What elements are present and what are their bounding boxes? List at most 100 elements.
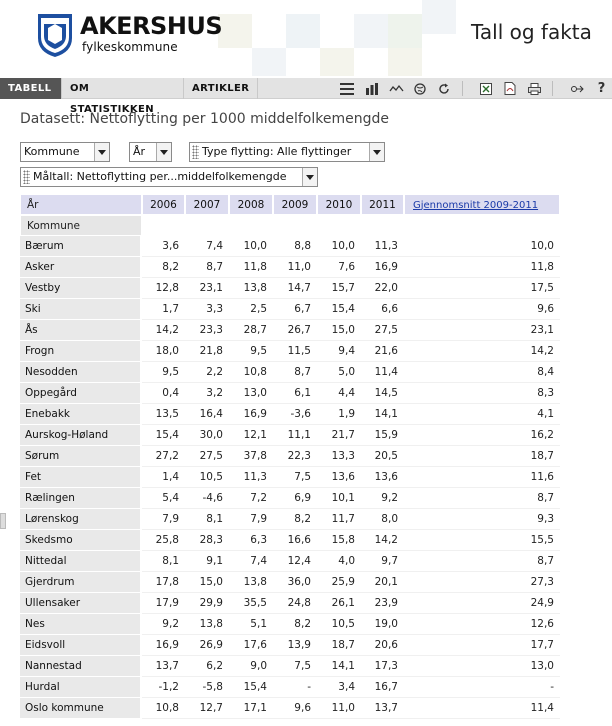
kommune-name: Ås xyxy=(20,320,142,341)
kommune-name: Aurskog-Høland xyxy=(20,425,142,446)
logo-name[interactable]: AKERSHUS xyxy=(80,12,223,40)
table-cell: 15,7 xyxy=(317,278,361,299)
table-cell: 10,8 xyxy=(229,362,273,383)
help-icon[interactable]: ? xyxy=(594,81,609,96)
year-column-header[interactable]: 2011 xyxy=(361,194,404,215)
table-cell: 9,5 xyxy=(142,362,185,383)
average-column-link[interactable]: Gjennomsnitt 2009-2011 xyxy=(413,200,538,211)
table-row: Oslo kommune 10,8 12,7 17,1 9,6 11,0 13,7 11,4 xyxy=(20,698,560,719)
table-cell: 6,6 xyxy=(361,299,404,320)
year-column-header[interactable]: 2010 xyxy=(317,194,361,215)
table-cell: 1,7 xyxy=(142,299,185,320)
pdf-export-icon[interactable] xyxy=(502,81,517,96)
table-cell: 20,5 xyxy=(361,446,404,467)
map-icon[interactable] xyxy=(389,81,404,96)
kommune-name: Asker xyxy=(20,257,142,278)
table-cell: 1,4 xyxy=(142,467,185,488)
table-cell: 6,3 xyxy=(229,530,273,551)
average-cell: 17,7 xyxy=(404,635,560,656)
year-column-header[interactable]: 2006 xyxy=(142,194,185,215)
table-row: Rælingen 5,4 -4,6 7,2 6,9 10,1 9,2 8,7 xyxy=(20,488,560,509)
county-shield-icon xyxy=(38,14,72,57)
average-cell: 8,7 xyxy=(404,488,560,509)
table-cell: 0,4 xyxy=(142,383,185,404)
table-cell: -1,2 xyxy=(142,677,185,698)
table-cell: 17,6 xyxy=(229,635,273,656)
table-cell: 13,3 xyxy=(317,446,361,467)
table-cell: 9,5 xyxy=(229,341,273,362)
table-cell: 8,2 xyxy=(273,614,317,635)
bar-chart-icon[interactable] xyxy=(364,81,379,96)
table-cell: 4,0 xyxy=(317,551,361,572)
table-cell: 29,9 xyxy=(185,593,229,614)
table-cell: 5,4 xyxy=(142,488,185,509)
table-cell: 27,5 xyxy=(185,446,229,467)
kommune-dropdown[interactable]: Kommune xyxy=(20,142,110,162)
year-column-header[interactable]: 2008 xyxy=(229,194,273,215)
table-cell: 35,5 xyxy=(229,593,273,614)
side-panel-handle[interactable] xyxy=(0,513,6,529)
table-cell: 37,8 xyxy=(229,446,273,467)
average-cell: 11,8 xyxy=(404,257,560,278)
table-cell: 15,8 xyxy=(317,530,361,551)
table-row: Vestby 12,8 23,1 13,8 14,7 15,7 22,0 17,5 xyxy=(20,278,560,299)
table-cell: 9,2 xyxy=(142,614,185,635)
table-cell: 7,4 xyxy=(185,236,229,257)
table-cell: 22,3 xyxy=(273,446,317,467)
table-cell: 2,2 xyxy=(185,362,229,383)
ar-dropdown[interactable]: År xyxy=(129,142,172,162)
table-cell: 17,1 xyxy=(229,698,273,719)
table-cell: 18,0 xyxy=(142,341,185,362)
tab-om-statistikken[interactable]: OM STATISTIKKEN xyxy=(62,78,184,115)
table-cell: 16,6 xyxy=(273,530,317,551)
average-cell: 4,1 xyxy=(404,404,560,425)
table-cell: 11,7 xyxy=(317,509,361,530)
toolbar-divider xyxy=(462,81,463,96)
table-cell: 27,5 xyxy=(361,320,404,341)
header-decoration xyxy=(388,48,422,76)
table-cell: 15,4 xyxy=(317,299,361,320)
page-header: AKERSHUS fylkeskommune Tall og fakta xyxy=(0,0,612,76)
table-cell: 23,9 xyxy=(361,593,404,614)
maltall-dropdown[interactable]: Måltall: Nettoflytting per...middelfolke… xyxy=(20,167,318,187)
header-decoration xyxy=(320,48,354,76)
kommune-name: Ullensaker xyxy=(20,593,142,614)
refresh-icon[interactable] xyxy=(436,81,451,96)
chevron-down-icon xyxy=(94,143,109,161)
table-cell: 28,3 xyxy=(185,530,229,551)
maltall-dropdown-value: Måltall: Nettoflytting per...middelfolke… xyxy=(33,170,287,183)
average-column-header: Gjennomsnitt 2009-2011 xyxy=(404,194,560,215)
table-cell: 8,8 xyxy=(273,236,317,257)
tab-tabell[interactable]: TABELL xyxy=(0,78,62,99)
kommune-name: Nittedal xyxy=(20,551,142,572)
table-cell: 17,8 xyxy=(142,572,185,593)
table-row: Nes 9,2 13,8 5,1 8,2 10,5 19,0 12,6 xyxy=(20,614,560,635)
table-cell: 6,1 xyxy=(273,383,317,404)
print-icon[interactable] xyxy=(527,81,542,96)
ar-dropdown-value: År xyxy=(133,145,146,158)
table-view-icon[interactable] xyxy=(339,81,354,96)
average-cell: 18,7 xyxy=(404,446,560,467)
tab-artikler[interactable]: ARTIKLER xyxy=(184,78,258,99)
table-row: Enebakk 13,5 16,4 16,9 -3,6 1,9 14,1 4,1 xyxy=(20,404,560,425)
table-row: Ås 14,2 23,3 28,7 26,7 15,0 27,5 23,1 xyxy=(20,320,560,341)
table-cell: 7,6 xyxy=(317,257,361,278)
year-column-header[interactable]: 2007 xyxy=(185,194,229,215)
table-cell: 13,8 xyxy=(229,572,273,593)
kommune-name: Nes xyxy=(20,614,142,635)
type-flytting-dropdown[interactable]: Type flytting: Alle flyttinger xyxy=(189,142,385,162)
globe-icon[interactable] xyxy=(412,81,427,96)
average-cell: 13,0 xyxy=(404,656,560,677)
kommune-name: Nannestad xyxy=(20,656,142,677)
table-cell: 12,4 xyxy=(273,551,317,572)
table-cell: 16,9 xyxy=(361,257,404,278)
excel-export-icon[interactable] xyxy=(478,81,493,96)
table-cell: 13,8 xyxy=(229,278,273,299)
year-column-header[interactable]: 2009 xyxy=(273,194,317,215)
table-cell: 25,8 xyxy=(142,530,185,551)
table-cell: 13,8 xyxy=(185,614,229,635)
table-row: Asker 8,2 8,7 11,8 11,0 7,6 16,9 11,8 xyxy=(20,257,560,278)
table-cell: 16,9 xyxy=(142,635,185,656)
average-cell: - xyxy=(404,677,560,698)
settings-icon[interactable] xyxy=(569,81,584,96)
